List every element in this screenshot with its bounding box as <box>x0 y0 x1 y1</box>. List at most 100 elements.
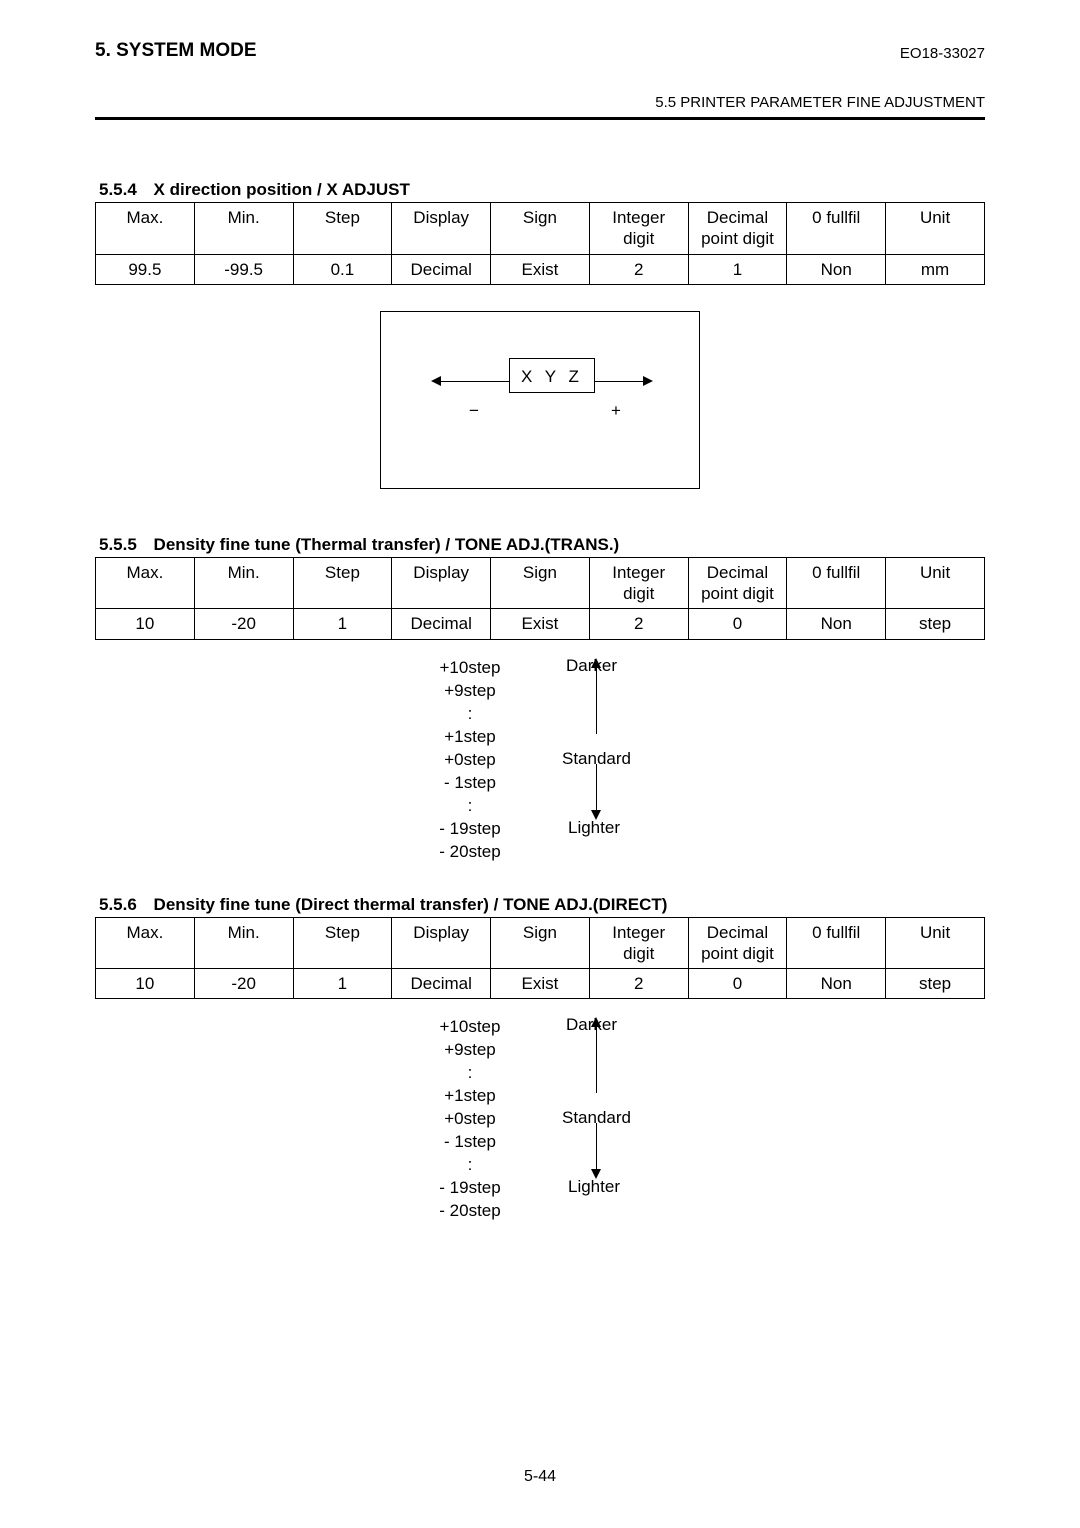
sec-text: Density fine tune (Direct thermal transf… <box>154 895 668 914</box>
col-dec: Decimal point digit <box>688 557 787 609</box>
step-item: +0step <box>410 1107 530 1130</box>
sec-num: 5.5.5 <box>99 535 137 554</box>
arrow-line <box>596 666 597 734</box>
col-sign: Sign <box>491 917 590 969</box>
sec-text: X direction position / X ADJUST <box>154 180 410 199</box>
cell: -99.5 <box>194 254 293 284</box>
step-item: - 20step <box>410 840 530 863</box>
arrow-line <box>441 381 509 382</box>
cell: Exist <box>491 609 590 639</box>
arrow-down-icon <box>591 1169 601 1179</box>
cell: 2 <box>589 609 688 639</box>
heading-554: 5.5.4 X direction position / X ADJUST <box>99 180 985 200</box>
col-max: Max. <box>96 203 195 255</box>
col-max: Max. <box>96 917 195 969</box>
col-sign: Sign <box>491 557 590 609</box>
col-min: Min. <box>194 557 293 609</box>
sec-text: Density fine tune (Thermal transfer) / T… <box>154 535 620 554</box>
cell: 10 <box>96 609 195 639</box>
table-554: Max. Min. Step Display Sign Integer digi… <box>95 202 985 285</box>
col-unit: Unit <box>886 203 985 255</box>
cell: mm <box>886 254 985 284</box>
lighter-label: Lighter <box>568 1177 620 1197</box>
col-full: 0 fullfil <box>787 917 886 969</box>
cell: Exist <box>491 254 590 284</box>
arrow-up-icon <box>591 658 601 668</box>
cell: 2 <box>589 254 688 284</box>
minus-label: − <box>469 401 479 421</box>
heading-555: 5.5.5 Density fine tune (Thermal transfe… <box>99 535 985 555</box>
col-step: Step <box>293 203 392 255</box>
lighter-label: Lighter <box>568 818 620 838</box>
arrow-line <box>596 764 597 812</box>
step-item: +10step <box>410 1015 530 1038</box>
cell: 0 <box>688 609 787 639</box>
arrow-left-icon <box>431 376 441 386</box>
page-number: 5-44 <box>0 1468 1080 1486</box>
cell: 1 <box>293 609 392 639</box>
cell: -20 <box>194 969 293 999</box>
col-int: Integer digit <box>589 203 688 255</box>
step-item: +10step <box>410 656 530 679</box>
tone-labels: Darker Standard Lighter <box>530 656 670 863</box>
subsection-title: 5.5 PRINTER PARAMETER FINE ADJUSTMENT <box>95 94 985 111</box>
doc-number: EO18-33027 <box>900 45 985 62</box>
step-item: : <box>410 1061 530 1084</box>
col-dec: Decimal point digit <box>688 917 787 969</box>
table-556: Max. Min. Step Display Sign Integer digi… <box>95 917 985 1000</box>
section-header: 5. SYSTEM MODE <box>95 40 257 62</box>
col-int: Integer digit <box>589 557 688 609</box>
cell: Exist <box>491 969 590 999</box>
sec-num: 5.5.4 <box>99 180 137 199</box>
col-min: Min. <box>194 203 293 255</box>
col-min: Min. <box>194 917 293 969</box>
col-max: Max. <box>96 557 195 609</box>
tone-diagram-556: +10step +9step : +1step +0step - 1step :… <box>410 1015 670 1222</box>
xyz-diagram: X Y Z − + <box>380 311 700 489</box>
col-step: Step <box>293 557 392 609</box>
step-item: +0step <box>410 748 530 771</box>
arrow-line <box>595 381 645 382</box>
cell: 1 <box>293 969 392 999</box>
col-step: Step <box>293 917 392 969</box>
cell: 99.5 <box>96 254 195 284</box>
cell: Decimal <box>392 609 491 639</box>
step-item: - 1step <box>410 1130 530 1153</box>
col-dec: Decimal point digit <box>688 203 787 255</box>
col-full: 0 fullfil <box>787 203 886 255</box>
cell: step <box>886 969 985 999</box>
cell: Non <box>787 609 886 639</box>
cell: -20 <box>194 609 293 639</box>
cell: 2 <box>589 969 688 999</box>
step-item: - 19step <box>410 1176 530 1199</box>
step-item: : <box>410 1153 530 1176</box>
arrow-right-icon <box>643 376 653 386</box>
cell: step <box>886 609 985 639</box>
col-full: 0 fullfil <box>787 557 886 609</box>
cell: Non <box>787 254 886 284</box>
cell: 1 <box>688 254 787 284</box>
table-555: Max. Min. Step Display Sign Integer digi… <box>95 557 985 640</box>
cell: Decimal <box>392 254 491 284</box>
col-sign: Sign <box>491 203 590 255</box>
tone-diagram-555: +10step +9step : +1step +0step - 1step :… <box>410 656 670 863</box>
col-display: Display <box>392 557 491 609</box>
divider <box>95 117 985 120</box>
arrow-up-icon <box>591 1017 601 1027</box>
col-int: Integer digit <box>589 917 688 969</box>
step-item: +1step <box>410 1084 530 1107</box>
step-item: - 1step <box>410 771 530 794</box>
arrow-line <box>596 1123 597 1171</box>
step-item: - 20step <box>410 1199 530 1222</box>
step-item: +9step <box>410 679 530 702</box>
tone-steps: +10step +9step : +1step +0step - 1step :… <box>410 656 530 863</box>
col-display: Display <box>392 917 491 969</box>
step-item: +1step <box>410 725 530 748</box>
tone-labels: Darker Standard Lighter <box>530 1015 670 1222</box>
baseline <box>509 392 595 393</box>
xyz-label: X Y Z <box>509 358 595 392</box>
arrow-down-icon <box>591 810 601 820</box>
col-unit: Unit <box>886 557 985 609</box>
cell: Decimal <box>392 969 491 999</box>
col-unit: Unit <box>886 917 985 969</box>
